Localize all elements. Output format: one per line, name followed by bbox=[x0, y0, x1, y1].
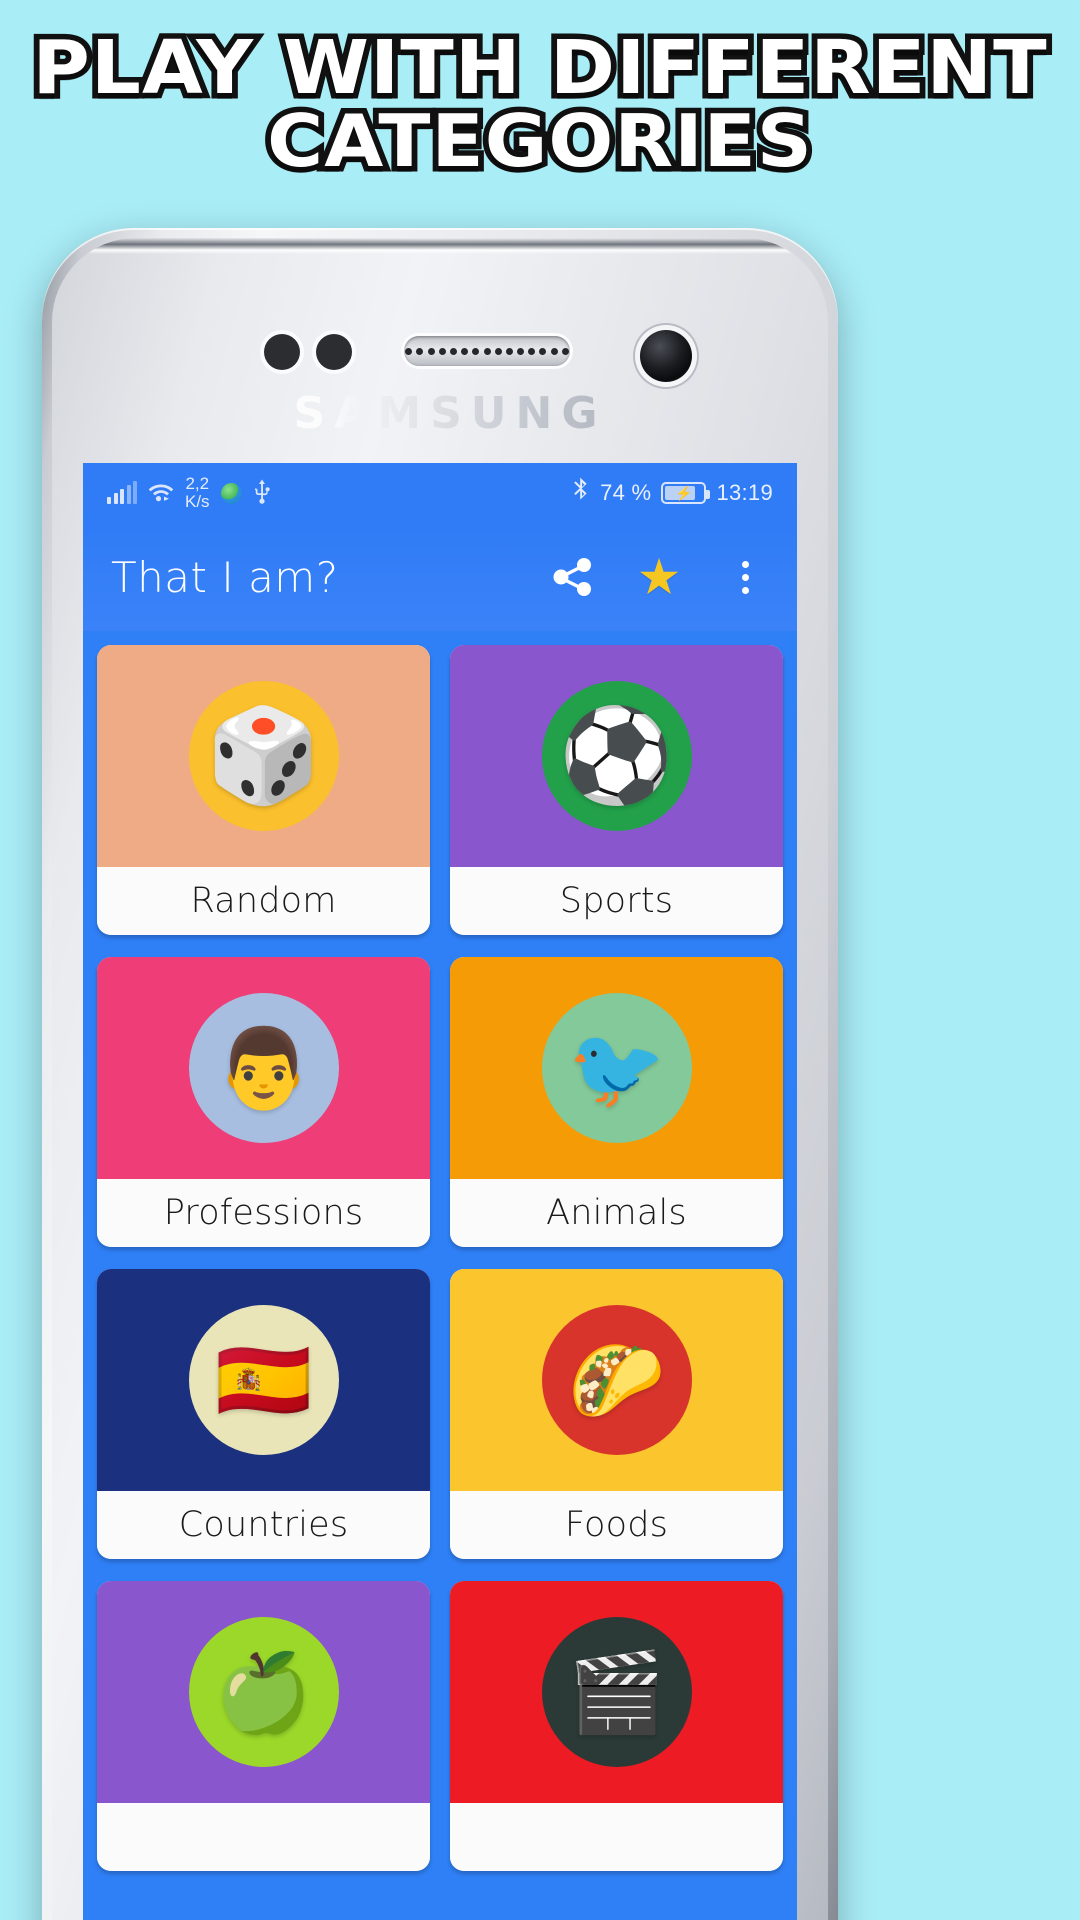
category-card-animals[interactable]: 🐦 Animals bbox=[450, 957, 783, 1247]
card-art: 🇪🇸 bbox=[97, 1269, 430, 1491]
category-label bbox=[450, 1803, 783, 1871]
status-bar: 2,2 K/s 74 % ⚡ 13:19 bbox=[83, 463, 797, 523]
category-label: Professions bbox=[97, 1179, 430, 1247]
dice-stars-icon: 🎲 bbox=[206, 705, 321, 807]
earpiece-speaker-icon bbox=[404, 336, 570, 366]
category-card-random[interactable]: 🎲 Random bbox=[97, 645, 430, 935]
headline-line-2: CATEGORIES bbox=[261, 99, 817, 184]
category-grid: 🎲 Random ⚽ Sports 👨 Professions 🐦 Animal… bbox=[83, 631, 797, 1871]
battery-charging-icon: ⚡ bbox=[661, 482, 711, 504]
overflow-menu-icon[interactable] bbox=[719, 551, 771, 603]
device-brand-logo: SAMSUNG bbox=[52, 388, 828, 439]
card-art: 🎬 bbox=[450, 1581, 783, 1803]
bezel-highlight bbox=[52, 238, 828, 254]
card-art: 🌮 bbox=[450, 1269, 783, 1491]
phone-body: SAMSUNG 2,2 K/s 74 % ⚡ 13:19 That I am? … bbox=[52, 238, 828, 1920]
proximity-sensor-icon bbox=[264, 334, 300, 370]
wifi-icon bbox=[148, 480, 174, 507]
network-speed-unit: K/s bbox=[185, 492, 210, 511]
spain-flag-icon: 🇪🇸 bbox=[214, 1336, 313, 1424]
card-medallion: 🎬 bbox=[541, 1617, 692, 1767]
taco-icon: 🌮 bbox=[567, 1336, 666, 1424]
category-label: Random bbox=[97, 867, 430, 935]
fruit-icon: 🍏 bbox=[214, 1648, 313, 1736]
card-medallion: ⚽ bbox=[541, 681, 692, 831]
phone-screen: 2,2 K/s 74 % ⚡ 13:19 That I am? ★ 🎲 Rand… bbox=[83, 463, 797, 1920]
app-title: That I am? bbox=[111, 552, 339, 602]
network-speed-value: 2,2 bbox=[185, 474, 210, 493]
light-sensor-icon bbox=[316, 334, 352, 370]
category-label: Countries bbox=[97, 1491, 430, 1559]
category-label: Sports bbox=[450, 867, 783, 935]
card-medallion: 👨 bbox=[188, 993, 339, 1143]
battery-percent-label: 74 % bbox=[600, 480, 652, 505]
card-medallion: 🍏 bbox=[188, 1617, 339, 1767]
card-art: ⚽ bbox=[450, 645, 783, 867]
category-card-professions[interactable]: 👨 Professions bbox=[97, 957, 430, 1247]
category-card-foods[interactable]: 🌮 Foods bbox=[450, 1269, 783, 1559]
card-medallion: 🎲 bbox=[188, 681, 339, 831]
bluetooth-icon bbox=[572, 477, 590, 509]
globe-icon bbox=[220, 482, 242, 504]
businessman-icon: 👨 bbox=[214, 1024, 313, 1112]
category-label bbox=[97, 1803, 430, 1871]
soccer-ball-icon: ⚽ bbox=[559, 705, 674, 807]
headline-line-1: PLAY WITH DIFFERENT bbox=[27, 25, 1053, 111]
category-label: Foods bbox=[450, 1491, 783, 1559]
app-bar: That I am? ★ bbox=[83, 523, 797, 631]
category-card-row4-left[interactable]: 🍏 bbox=[97, 1581, 430, 1871]
front-camera-icon bbox=[640, 330, 692, 382]
card-medallion: 🐦 bbox=[541, 993, 692, 1143]
category-card-sports[interactable]: ⚽ Sports bbox=[450, 645, 783, 935]
card-art: 🐦 bbox=[450, 957, 783, 1179]
card-art: 🍏 bbox=[97, 1581, 430, 1803]
status-bar-left: 2,2 K/s bbox=[107, 475, 572, 511]
card-art: 🎲 bbox=[97, 645, 430, 867]
network-speed-indicator: 2,2 K/s bbox=[185, 475, 210, 511]
card-art: 👨 bbox=[97, 957, 430, 1179]
category-card-row4-right[interactable]: 🎬 bbox=[450, 1581, 783, 1871]
movie-icon: 🎬 bbox=[567, 1648, 666, 1736]
favorite-star-icon[interactable]: ★ bbox=[633, 551, 685, 603]
signal-icon bbox=[107, 481, 137, 504]
category-label: Animals bbox=[450, 1179, 783, 1247]
usb-icon bbox=[253, 478, 271, 509]
pigeon-icon: 🐦 bbox=[567, 1024, 666, 1112]
card-medallion: 🌮 bbox=[541, 1305, 692, 1455]
share-icon[interactable] bbox=[547, 551, 599, 603]
clock-label: 13:19 bbox=[716, 480, 773, 505]
card-medallion: 🇪🇸 bbox=[188, 1305, 339, 1455]
phone-sensor-row bbox=[52, 330, 828, 382]
promo-headline: PLAY WITH DIFFERENT CATEGORIES bbox=[0, 25, 1080, 184]
phone-mockup: SAMSUNG 2,2 K/s 74 % ⚡ 13:19 That I am? … bbox=[42, 228, 838, 1920]
category-card-countries[interactable]: 🇪🇸 Countries bbox=[97, 1269, 430, 1559]
app-bar-actions: ★ bbox=[547, 551, 771, 603]
status-bar-right: 74 % ⚡ 13:19 bbox=[572, 477, 773, 509]
